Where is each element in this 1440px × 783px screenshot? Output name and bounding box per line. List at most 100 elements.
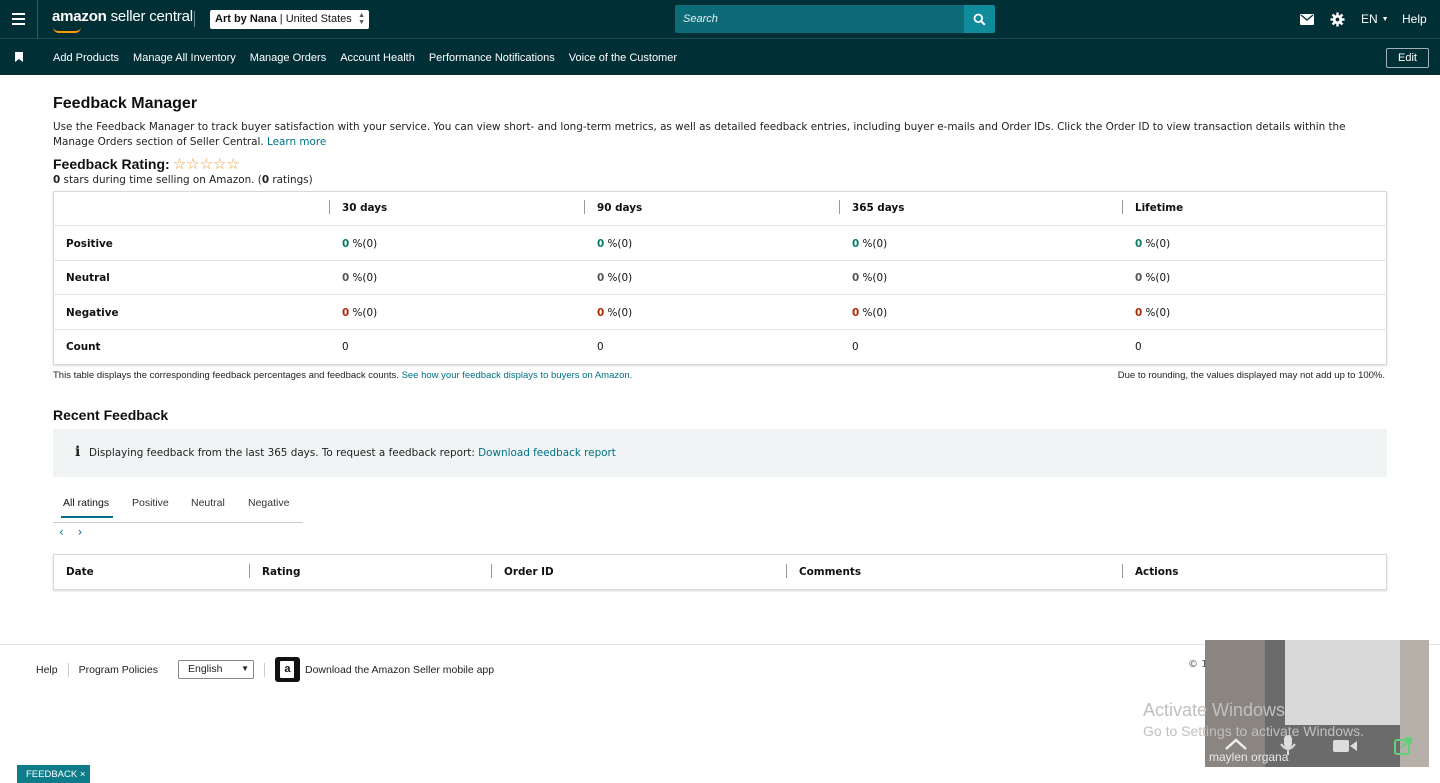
tab-neutral[interactable]: Neutral [191,497,225,509]
table-row-negative: Negative 0 %(0) 0 %(0) 0 %(0) 0 %(0) [54,295,1386,330]
metric-cell: 0 %(0) [342,272,377,284]
divider [263,662,265,677]
table-note-text: This table displays the corresponding fe… [53,370,399,381]
metric-value: 0 [597,307,605,319]
language-code: EN [1361,12,1378,26]
activation-subtitle: Go to Settings to activate Windows. [1143,723,1364,739]
table-row-positive: Positive 0 %(0) 0 %(0) 0 %(0) 0 %(0) [54,226,1386,261]
intro-text: Use the Feedback Manager to track buyer … [53,121,1346,148]
column-header-actions[interactable]: Actions [1135,566,1178,578]
metric-cell: 0 %(0) [1135,272,1170,284]
table-row-count: Count 0 0 0 0 [54,330,1386,364]
feedback-metrics-table: 30 days 90 days 365 days Lifetime Positi… [53,191,1387,365]
language-selector[interactable]: EN ▼ [1361,0,1389,38]
mail-icon[interactable] [1300,0,1314,38]
search-input[interactable]: Search [675,5,964,33]
nav-account-health[interactable]: Account Health [340,52,415,64]
chevron-right-icon[interactable]: › [78,525,83,539]
table-row-neutral: Neutral 0 %(0) 0 %(0) 0 %(0) 0 %(0) [54,261,1386,295]
metric-suffix: %(0) [1145,307,1171,319]
column-header-date[interactable]: Date [66,566,94,578]
info-message: Displaying feedback from the last 365 da… [89,447,616,459]
nav-manage-orders[interactable]: Manage Orders [250,52,326,64]
divider [194,11,195,27]
info-alert: i Displaying feedback from the last 365 … [53,429,1387,477]
nav-performance-notifications[interactable]: Performance Notifications [429,52,555,64]
feedback-button[interactable]: FEEDBACK × [17,765,90,783]
metric-suffix: %(0) [352,272,378,284]
column-divider [249,564,250,578]
page-title: Feedback Manager [53,95,198,112]
account-marketplace: United States [285,13,352,25]
metric-cell: 0 %(0) [597,307,632,319]
download-report-link[interactable]: Download feedback report [478,447,616,459]
column-header-comments[interactable]: Comments [799,566,861,578]
count-value: 0 [597,341,604,353]
metric-suffix: %(0) [1145,238,1171,250]
menu-icon[interactable] [0,0,38,38]
metric-value: 0 [342,307,350,319]
metric-value: 0 [342,272,350,284]
learn-more-link[interactable]: Learn more [267,136,326,148]
chevron-left-icon[interactable]: ‹ [59,525,64,539]
help-label: Help [1402,12,1427,26]
row-label: Positive [66,238,113,250]
account-selector[interactable]: Art by Nana | United States ▲ ▼ [210,10,369,29]
metric-cell: 0 %(0) [597,238,632,250]
nav-add-products[interactable]: Add Products [53,52,119,64]
recent-feedback-table: Date Rating Order ID Comments Actions [53,554,1387,590]
metric-cell: 0 %(0) [342,238,377,250]
open-external-icon[interactable] [1393,736,1413,756]
info-text: Displaying feedback from the last 365 da… [89,447,475,459]
metric-suffix: %(0) [862,307,888,319]
nav-manage-inventory[interactable]: Manage All Inventory [133,52,236,64]
metric-value: 0 [1135,238,1143,250]
nav-voice-of-customer[interactable]: Voice of the Customer [569,52,677,64]
tab-positive[interactable]: Positive [132,497,169,509]
column-divider [839,200,840,214]
feedback-rating-label: Feedback Rating: [53,156,170,172]
divider [67,662,69,677]
settings-gear-icon[interactable] [1330,0,1345,38]
metric-suffix: %(0) [862,238,888,250]
seller-central-logo[interactable]: amazon seller central [52,8,193,33]
camera-icon[interactable] [1332,738,1358,754]
participant-name: maylen organa [1209,750,1289,764]
metric-value: 0 [852,307,860,319]
search-icon [973,13,986,26]
count-value: 0 [1135,341,1142,353]
top-header: amazon seller central Art by Nana | Unit… [0,0,1440,38]
footer-help-link[interactable]: Help [36,664,58,676]
amazon-app-icon[interactable]: a [274,657,300,682]
metric-suffix: %(0) [1145,272,1171,284]
help-link[interactable]: Help [1402,0,1427,38]
column-header-order-id[interactable]: Order ID [504,566,554,578]
main-content: Feedback Manager Use the Feedback Manage… [53,95,1387,590]
tab-all-ratings[interactable]: All ratings [63,497,109,509]
navigation-bar: Add Products Manage All Inventory Manage… [0,38,1440,75]
metric-value: 0 [852,238,860,250]
tab-negative[interactable]: Negative [248,497,289,509]
feedback-rating: Feedback Rating: ☆☆☆☆☆ [53,155,1387,173]
column-header: Lifetime [1135,202,1184,214]
program-policies-link[interactable]: Program Policies [79,664,158,676]
metric-value: 0 [597,272,605,284]
search-button[interactable] [964,5,995,33]
column-divider [786,564,787,578]
account-separator: | [276,13,286,25]
buyer-display-link[interactable]: See how your feedback displays to buyers… [402,370,633,381]
mobile-app-link[interactable]: Download the Amazon Seller mobile app [305,664,494,676]
page-intro: Use the Feedback Manager to track buyer … [53,120,1387,150]
column-header: 30 days [342,202,388,214]
column-header-rating[interactable]: Rating [262,566,300,578]
bookmark-icon[interactable] [15,52,23,62]
rating-summary-suffix: ratings) [269,174,313,186]
column-divider [1122,200,1123,214]
column-divider [491,564,492,578]
metric-suffix: %(0) [607,307,633,319]
column-divider [584,200,585,214]
rounding-note: Due to rounding, the values displayed ma… [1117,370,1385,381]
footer-language-select[interactable]: English ▼ [177,660,254,679]
edit-button[interactable]: Edit [1386,48,1429,68]
row-label: Count [66,341,101,353]
